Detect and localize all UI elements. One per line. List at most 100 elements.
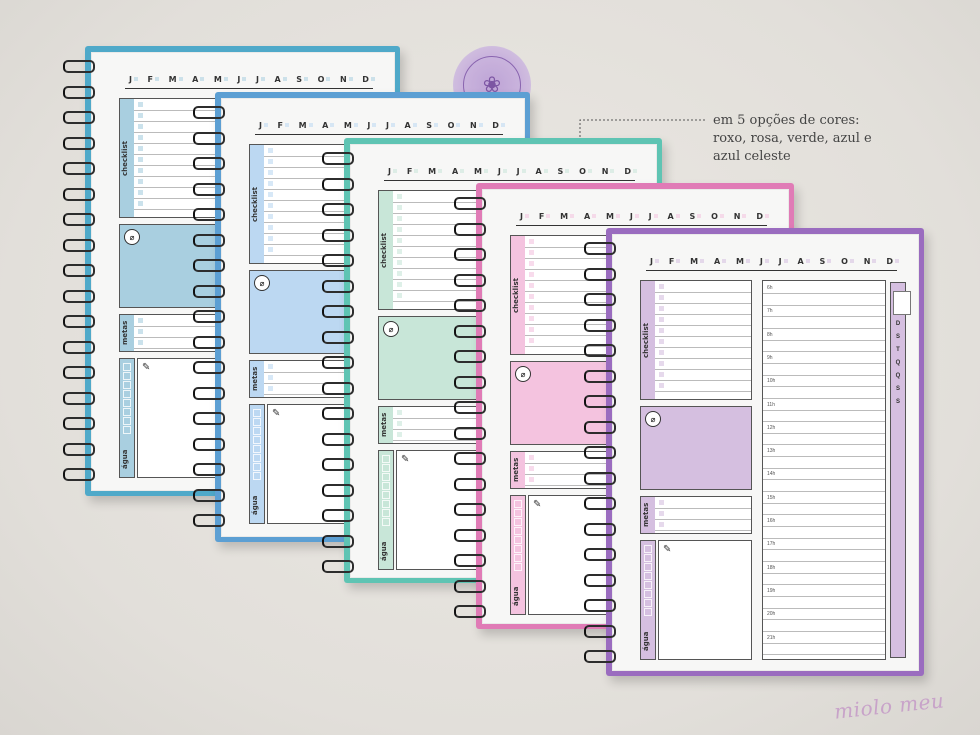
checklist-checkbox[interactable] [659,284,664,289]
checklist-checkbox[interactable] [659,361,664,366]
metas-checkbox[interactable] [397,432,402,437]
checklist-checkbox[interactable] [268,159,273,164]
checklist-checkbox[interactable] [529,250,534,255]
water-checkbox[interactable] [253,463,261,471]
water-checkbox[interactable] [514,536,522,544]
weekday-letter[interactable]: Q [891,360,905,366]
water-checkbox[interactable] [123,390,131,398]
checklist-checkbox[interactable] [529,316,534,321]
water-checkbox[interactable] [514,545,522,553]
checklist-checkbox[interactable] [529,338,534,343]
weekday-letter[interactable]: S [891,334,905,340]
checklist-checkbox[interactable] [529,327,534,332]
checklist-checkbox[interactable] [268,192,273,197]
checklist-checkbox[interactable] [268,181,273,186]
checklist-checkbox[interactable] [397,238,402,243]
metas-checkbox[interactable] [268,386,273,391]
page-tab[interactable] [893,291,911,315]
checklist-checkbox[interactable] [397,271,402,276]
checklist-checkbox[interactable] [268,148,273,153]
water-checkbox[interactable] [644,554,652,562]
water-checkbox[interactable] [644,572,652,580]
water-checkbox[interactable] [514,527,522,535]
checklist-checkbox[interactable] [138,157,143,162]
water-checkbox[interactable] [382,491,390,499]
checklist-checkbox[interactable] [659,383,664,388]
metas-checkbox[interactable] [138,318,143,323]
checklist-checkbox[interactable] [397,227,402,232]
checklist-checkbox[interactable] [397,216,402,221]
water-checkbox[interactable] [253,427,261,435]
water-checkbox[interactable] [644,590,652,598]
checklist-checkbox[interactable] [397,194,402,199]
checklist-checkbox[interactable] [138,190,143,195]
checklist-checkbox[interactable] [268,225,273,230]
water-checkbox[interactable] [644,545,652,553]
checklist-checkbox[interactable] [659,350,664,355]
water-checkbox[interactable] [123,417,131,425]
water-checkbox[interactable] [382,509,390,517]
water-checkbox[interactable] [644,581,652,589]
water-checkbox[interactable] [253,418,261,426]
weekday-letter[interactable]: S [891,386,905,392]
water-checkbox[interactable] [514,500,522,508]
metas-checkbox[interactable] [659,522,664,527]
water-checkbox[interactable] [123,363,131,371]
checklist-checkbox[interactable] [529,239,534,244]
checklist-checkbox[interactable] [529,283,534,288]
checklist-checkbox[interactable] [529,294,534,299]
water-checkbox[interactable] [382,500,390,508]
weekday-letter[interactable]: Q [891,373,905,379]
water-checkbox[interactable] [514,554,522,562]
checklist-checkbox[interactable] [529,261,534,266]
checklist-checkbox[interactable] [138,113,143,118]
checklist-checkbox[interactable] [397,249,402,254]
water-checkbox[interactable] [123,399,131,407]
checklist-checkbox[interactable] [529,272,534,277]
checklist-checkbox[interactable] [397,205,402,210]
water-checkbox[interactable] [514,563,522,571]
checklist-checkbox[interactable] [268,203,273,208]
checklist-checkbox[interactable] [268,214,273,219]
water-checkbox[interactable] [644,599,652,607]
water-checkbox[interactable] [382,455,390,463]
checklist-checkbox[interactable] [268,236,273,241]
metas-checkbox[interactable] [529,466,534,471]
water-checkbox[interactable] [514,518,522,526]
checklist-checkbox[interactable] [138,146,143,151]
metas-checkbox[interactable] [529,477,534,482]
checklist-checkbox[interactable] [268,170,273,175]
water-checkbox[interactable] [382,473,390,481]
metas-checkbox[interactable] [659,511,664,516]
metas-checkbox[interactable] [138,340,143,345]
metas-checkbox[interactable] [268,364,273,369]
metas-checkbox[interactable] [268,375,273,380]
checklist-checkbox[interactable] [138,168,143,173]
checklist-checkbox[interactable] [659,328,664,333]
metas-checkbox[interactable] [397,410,402,415]
water-checkbox[interactable] [253,445,261,453]
weekday-letter[interactable]: T [891,347,905,353]
water-checkbox[interactable] [253,436,261,444]
water-checkbox[interactable] [253,409,261,417]
weekday-letter[interactable]: D [891,321,905,327]
water-checkbox[interactable] [253,472,261,480]
checklist-checkbox[interactable] [529,305,534,310]
checklist-checkbox[interactable] [138,201,143,206]
checklist-checkbox[interactable] [397,293,402,298]
water-checkbox[interactable] [123,372,131,380]
checklist-checkbox[interactable] [397,282,402,287]
weekday-letter[interactable]: S [891,399,905,405]
checklist-checkbox[interactable] [659,317,664,322]
water-checkbox[interactable] [123,426,131,434]
checklist-checkbox[interactable] [397,260,402,265]
checklist-checkbox[interactable] [659,306,664,311]
metas-checkbox[interactable] [529,455,534,460]
checklist-checkbox[interactable] [659,295,664,300]
water-checkbox[interactable] [644,608,652,616]
metas-checkbox[interactable] [138,329,143,334]
checklist-checkbox[interactable] [138,124,143,129]
water-checkbox[interactable] [382,482,390,490]
metas-checkbox[interactable] [397,421,402,426]
water-checkbox[interactable] [382,518,390,526]
